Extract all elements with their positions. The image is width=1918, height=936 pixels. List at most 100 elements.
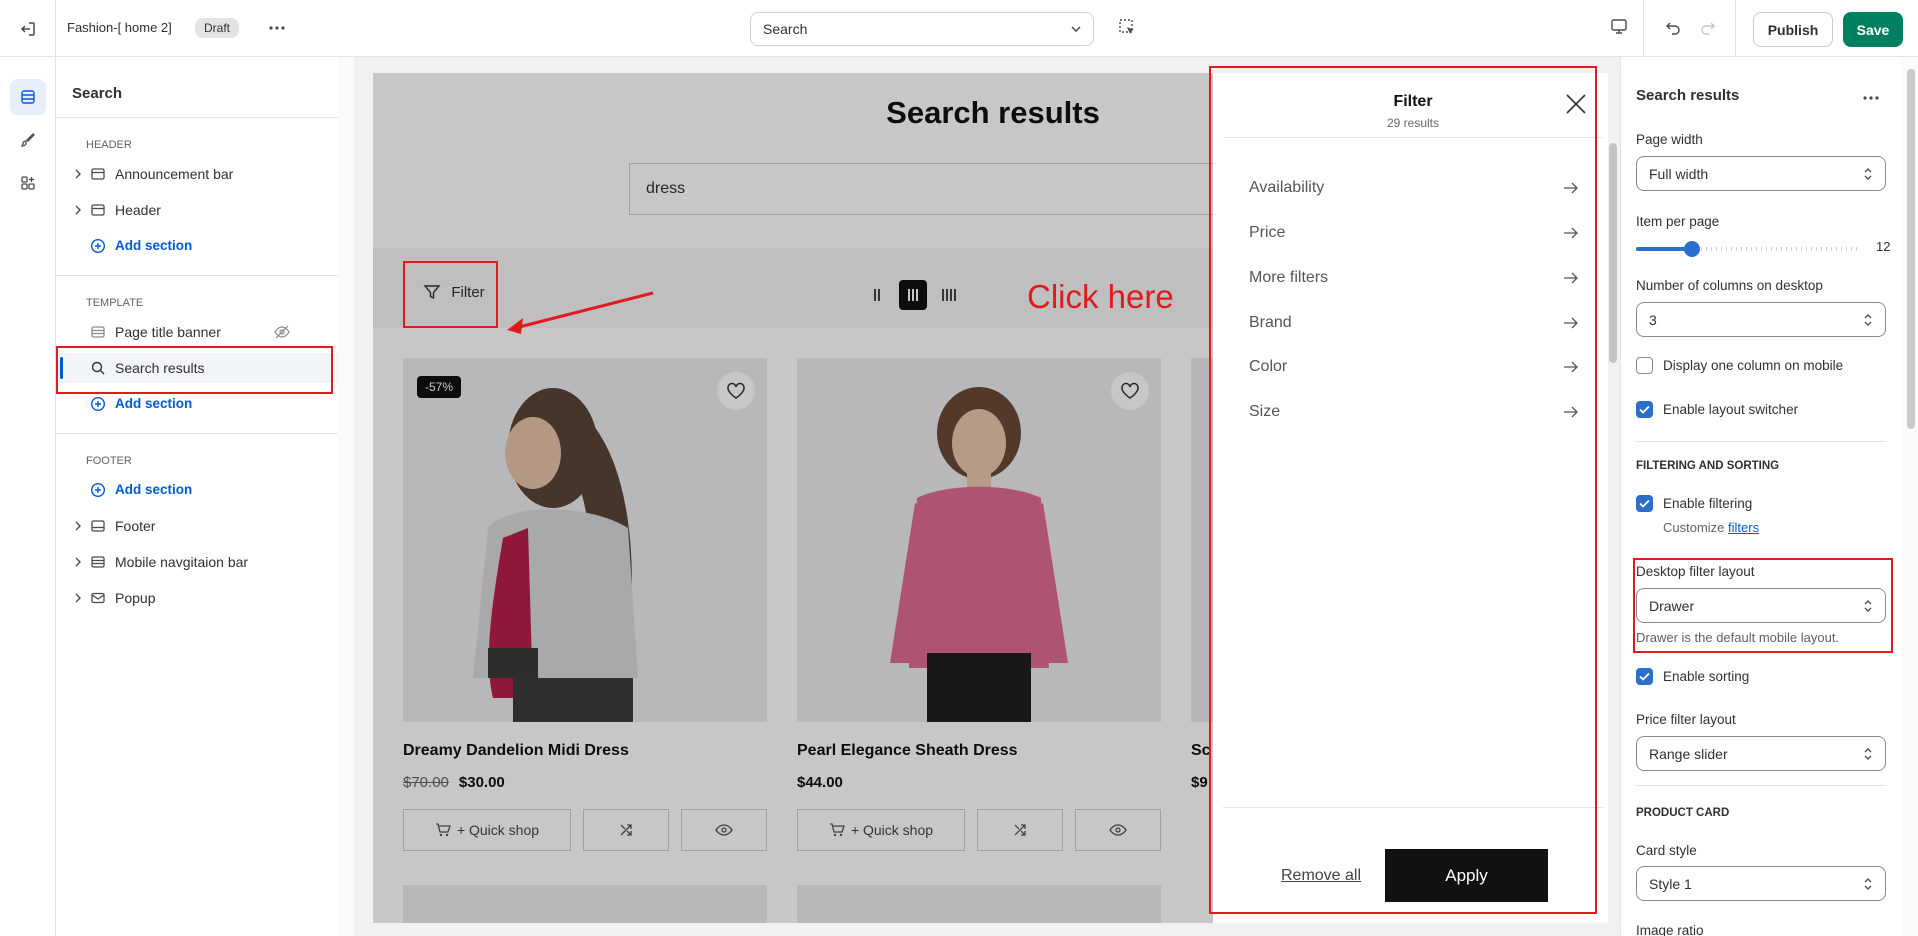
filters-link[interactable]: filters: [1728, 520, 1759, 535]
device-preview-button[interactable]: [1610, 18, 1628, 39]
checkbox-label: Enable filtering: [1663, 496, 1753, 511]
chevron-right-icon: [75, 169, 81, 179]
sidebar-item-footer[interactable]: Footer: [56, 511, 338, 541]
page-width-value: Full width: [1649, 165, 1709, 182]
chevron-right-icon: [75, 593, 81, 603]
undo-button[interactable]: [1665, 19, 1681, 38]
theme-settings-tab[interactable]: [10, 122, 46, 158]
customize-text: Customize: [1663, 520, 1725, 535]
annotation-highlight-desktop-filter: [1633, 558, 1893, 653]
sidebar-item-announcement-bar[interactable]: Announcement bar: [56, 159, 338, 189]
enable-filtering-checkbox[interactable]: Enable filtering: [1636, 495, 1752, 512]
sidebar-item-label: Header: [115, 202, 161, 218]
eye-hidden-icon[interactable]: [274, 325, 290, 339]
divider: [56, 275, 338, 276]
sidebar-item-label: Page title banner: [115, 324, 221, 340]
divider: [56, 117, 338, 118]
layout-switcher-checkbox[interactable]: Enable layout switcher: [1636, 401, 1798, 418]
sidebar-item-label: Popup: [115, 590, 156, 606]
settings-panel: Search results Page width Full width Ite…: [1620, 57, 1918, 936]
theme-name: Fashion-[ home 2]: [67, 20, 172, 35]
settings-more-button[interactable]: [1863, 87, 1879, 103]
columns-label: Number of columns on desktop: [1636, 278, 1823, 293]
sections-tab[interactable]: [10, 79, 46, 115]
redo-button[interactable]: [1700, 19, 1716, 38]
more-icon: [1863, 96, 1879, 100]
price-filter-layout-value: Range slider: [1649, 745, 1728, 762]
checkbox-label: Display one column on mobile: [1663, 358, 1844, 373]
items-per-page-value: 12: [1876, 239, 1891, 254]
sidebar-item-page-title-banner[interactable]: Page title banner: [56, 317, 338, 347]
checkbox-checked[interactable]: [1636, 668, 1653, 685]
divider: [1643, 0, 1644, 57]
add-section-header[interactable]: Add section: [56, 231, 338, 261]
section-icon: [91, 326, 105, 338]
card-style-select[interactable]: Style 1: [1636, 866, 1886, 901]
page-selector[interactable]: Search: [750, 12, 1094, 46]
sidebar-item-mobile-navigation-bar[interactable]: Mobile navgitaion bar: [56, 547, 338, 577]
annotation-highlight-filter: [403, 261, 498, 328]
settings-scrollbar-thumb[interactable]: [1907, 69, 1915, 429]
image-ratio-label: Image ratio: [1636, 923, 1704, 936]
price-filter-layout-label: Price filter layout: [1636, 712, 1736, 727]
checkbox-unchecked[interactable]: [1636, 357, 1653, 374]
slider-handle[interactable]: [1683, 241, 1700, 257]
save-button[interactable]: Save: [1843, 12, 1903, 47]
drawer-scrollbar-thumb[interactable]: [1609, 143, 1617, 363]
undo-icon: [1666, 22, 1680, 35]
sections-icon: [21, 90, 35, 104]
annotation-arrow: [507, 291, 654, 334]
icon-rail: [0, 57, 56, 936]
add-section-label: Add section: [115, 482, 193, 497]
one-column-mobile-checkbox[interactable]: Display one column on mobile: [1636, 357, 1843, 374]
brush-icon: [20, 133, 35, 147]
product-card-heading: PRODUCT CARD: [1636, 807, 1730, 819]
select-arrows-icon: [1864, 877, 1872, 890]
sidebar-item-label: Announcement bar: [115, 166, 234, 182]
annotation-click-here: Click here: [1027, 278, 1174, 315]
section-sidebar: Search HEADER Announcement bar Header Ad…: [56, 57, 354, 936]
divider: [1735, 0, 1736, 57]
inspector-button[interactable]: [1117, 17, 1137, 40]
annotation-highlight-filter-drawer: [1209, 66, 1597, 914]
section-icon: [91, 204, 105, 216]
sidebar-scrollbar[interactable]: [338, 57, 354, 936]
sidebar-item-popup[interactable]: Popup: [56, 583, 338, 613]
exit-button[interactable]: [0, 0, 56, 57]
desktop-icon: [1611, 19, 1627, 34]
select-arrows-icon: [1864, 313, 1872, 326]
items-per-page-slider[interactable]: [1636, 239, 1858, 259]
sidebar-item-header[interactable]: Header: [56, 195, 338, 225]
checkbox-checked[interactable]: [1636, 401, 1653, 418]
chevron-down-icon: [1071, 26, 1081, 32]
checkbox-label: Enable sorting: [1663, 669, 1750, 684]
divider: [56, 433, 338, 434]
price-filter-layout-select[interactable]: Range slider: [1636, 736, 1886, 771]
customize-filters-text: Customize filters: [1663, 520, 1759, 535]
envelope-icon: [91, 592, 105, 604]
publish-button[interactable]: Publish: [1753, 12, 1833, 47]
add-section-label: Add section: [115, 396, 193, 411]
chevron-right-icon: [75, 521, 81, 531]
group-footer-label: FOOTER: [86, 455, 132, 467]
checkbox-checked[interactable]: [1636, 495, 1653, 512]
apps-tab[interactable]: [10, 165, 46, 201]
top-bar: Fashion-[ home 2] Draft Search Publish S…: [0, 0, 1918, 57]
card-style-label: Card style: [1636, 843, 1697, 858]
card-style-value: Style 1: [1649, 875, 1692, 892]
select-arrows-icon: [1864, 747, 1872, 760]
columns-select[interactable]: 3: [1636, 302, 1886, 337]
items-per-page-label: Item per page: [1636, 214, 1720, 229]
sidebar-title: Search: [72, 85, 123, 102]
inspect-icon: [1119, 19, 1134, 34]
page-selector-value: Search: [763, 21, 808, 37]
enable-sorting-checkbox[interactable]: Enable sorting: [1636, 668, 1749, 685]
more-actions-button[interactable]: [265, 16, 289, 40]
redo-icon: [1701, 22, 1715, 35]
group-template-label: TEMPLATE: [86, 297, 144, 309]
page-width-select[interactable]: Full width: [1636, 156, 1886, 191]
annotation-highlight-search-results: [56, 346, 333, 394]
chevron-right-icon: [75, 557, 81, 567]
add-section-footer[interactable]: Add section: [56, 475, 338, 505]
drawer-backdrop[interactable]: [373, 73, 1213, 923]
